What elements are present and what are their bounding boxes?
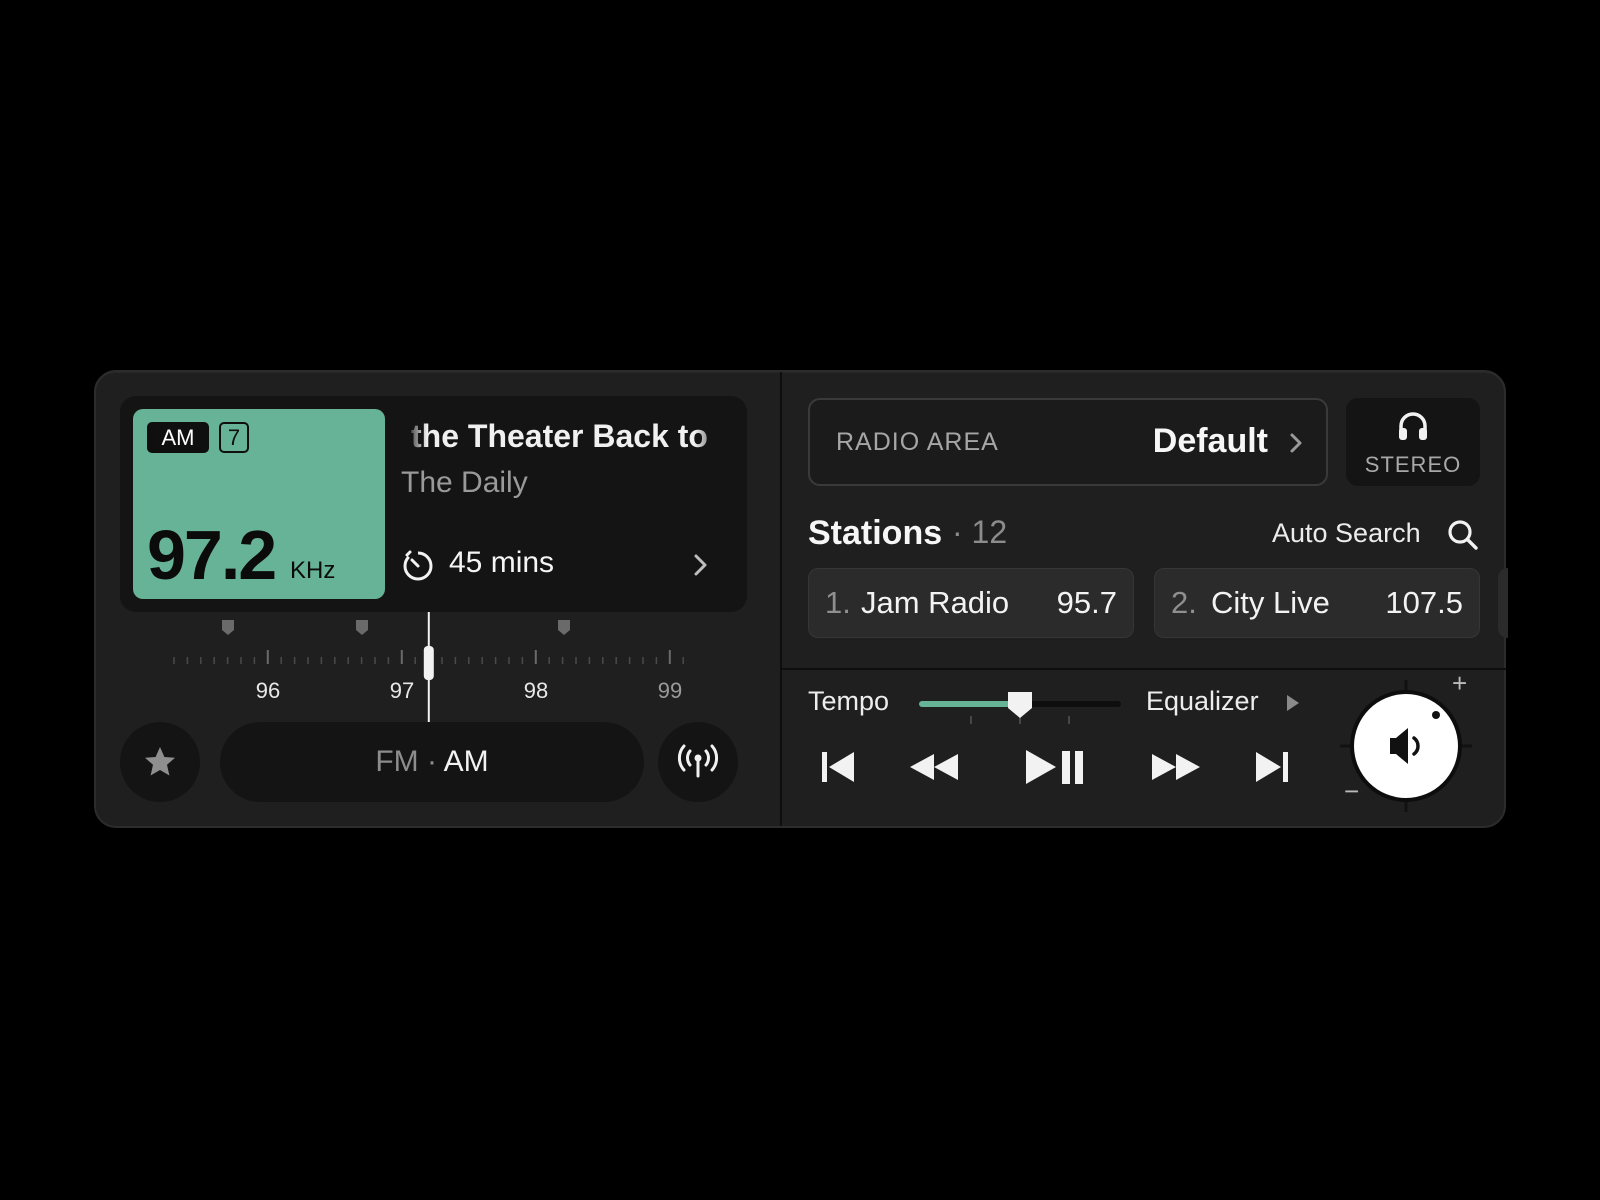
stereo-button[interactable]: STEREO	[1346, 398, 1480, 486]
frequency-unit: KHz	[290, 557, 336, 584]
rewind-icon[interactable]	[908, 744, 960, 790]
station-chip[interactable]: 1. Jam Radio 95.7	[808, 568, 1134, 638]
sleep-timer-label: 45 mins	[449, 546, 555, 579]
station-name: Jam Radio	[861, 585, 1010, 620]
tuner-scale[interactable]	[166, 612, 726, 722]
tempo-slider[interactable]	[918, 684, 1122, 728]
equalizer-label[interactable]: Equalizer	[1146, 686, 1259, 717]
stereo-label: STEREO	[1364, 452, 1462, 477]
tuner-label-98: 98	[523, 678, 549, 703]
station-chip[interactable]: 2. City Live 107.5	[1154, 568, 1480, 638]
frequency-tuner[interactable]: 96 97 98 99	[166, 612, 726, 722]
station-number: 2.	[1171, 585, 1197, 620]
broadcast-icon	[677, 744, 719, 778]
tempo-label: Tempo	[808, 686, 890, 716]
tuner-label-96: 96	[255, 678, 281, 703]
band-switch[interactable]: FM · AM	[220, 722, 644, 802]
skip-back-icon[interactable]	[820, 744, 856, 790]
panel-divider-horizontal	[782, 668, 1506, 670]
tuner-label-97: 97	[389, 678, 415, 703]
track-title-text: the Theater Back to	[411, 418, 708, 454]
frequency-tile: AM 7 97.2 KHz	[133, 409, 385, 599]
volume-up-indicator: +	[1452, 668, 1468, 698]
stations-count: · 12	[952, 514, 1008, 550]
now-playing-card[interactable]: AM 7 97.2 KHz the Theater Back to The Da…	[120, 396, 747, 612]
preset-badge: 7	[219, 422, 249, 453]
auto-search-label[interactable]: Auto Search	[1272, 518, 1421, 549]
preset-marker[interactable]	[356, 620, 368, 635]
chevron-right-icon	[1290, 433, 1302, 453]
chevron-right-icon[interactable]	[692, 552, 710, 578]
fast-forward-icon[interactable]	[1150, 744, 1202, 790]
preset-marker[interactable]	[558, 620, 570, 635]
station-chip-overflow[interactable]	[1498, 568, 1508, 638]
band-separator: ·	[426, 745, 437, 778]
tuner-label-99: 99	[657, 678, 683, 703]
panel-divider-vertical	[780, 372, 782, 826]
tuner-handle[interactable]	[423, 646, 434, 680]
tempo-handle[interactable]	[1008, 692, 1032, 718]
station-frequency: 107.5	[1385, 585, 1463, 620]
radio-area-value: Default	[1152, 422, 1268, 460]
show-name: The Daily	[401, 466, 528, 499]
station-name: City Live	[1211, 585, 1330, 620]
headphones-icon	[1399, 412, 1427, 440]
band-option-am[interactable]: AM	[444, 745, 489, 778]
radio-area-label: RADIO AREA	[836, 428, 999, 456]
favorite-button[interactable]	[120, 722, 200, 802]
track-title: the Theater Back to	[405, 418, 725, 458]
radio-panel: AM 7 97.2 KHz the Theater Back to The Da…	[94, 370, 1508, 828]
stations-title: Stations	[808, 514, 943, 552]
preset-marker[interactable]	[222, 620, 234, 635]
timer-icon	[403, 550, 433, 581]
band-badge: AM	[147, 422, 209, 453]
radio-area-button[interactable]: RADIO AREA Default	[808, 398, 1328, 486]
broadcast-button[interactable]	[658, 722, 738, 802]
play-pause-icon[interactable]	[1024, 744, 1086, 790]
station-number: 1.	[825, 585, 851, 620]
skip-forward-icon[interactable]	[1254, 744, 1290, 790]
favorite-star-icon	[145, 747, 175, 776]
station-frequency: 95.7	[1056, 585, 1117, 620]
volume-down-indicator: −	[1344, 776, 1360, 806]
frequency-value: 97.2	[147, 516, 277, 594]
band-option-fm[interactable]: FM	[375, 745, 418, 778]
search-icon[interactable]	[1446, 518, 1480, 552]
play-arrow-icon[interactable]	[1286, 694, 1300, 712]
